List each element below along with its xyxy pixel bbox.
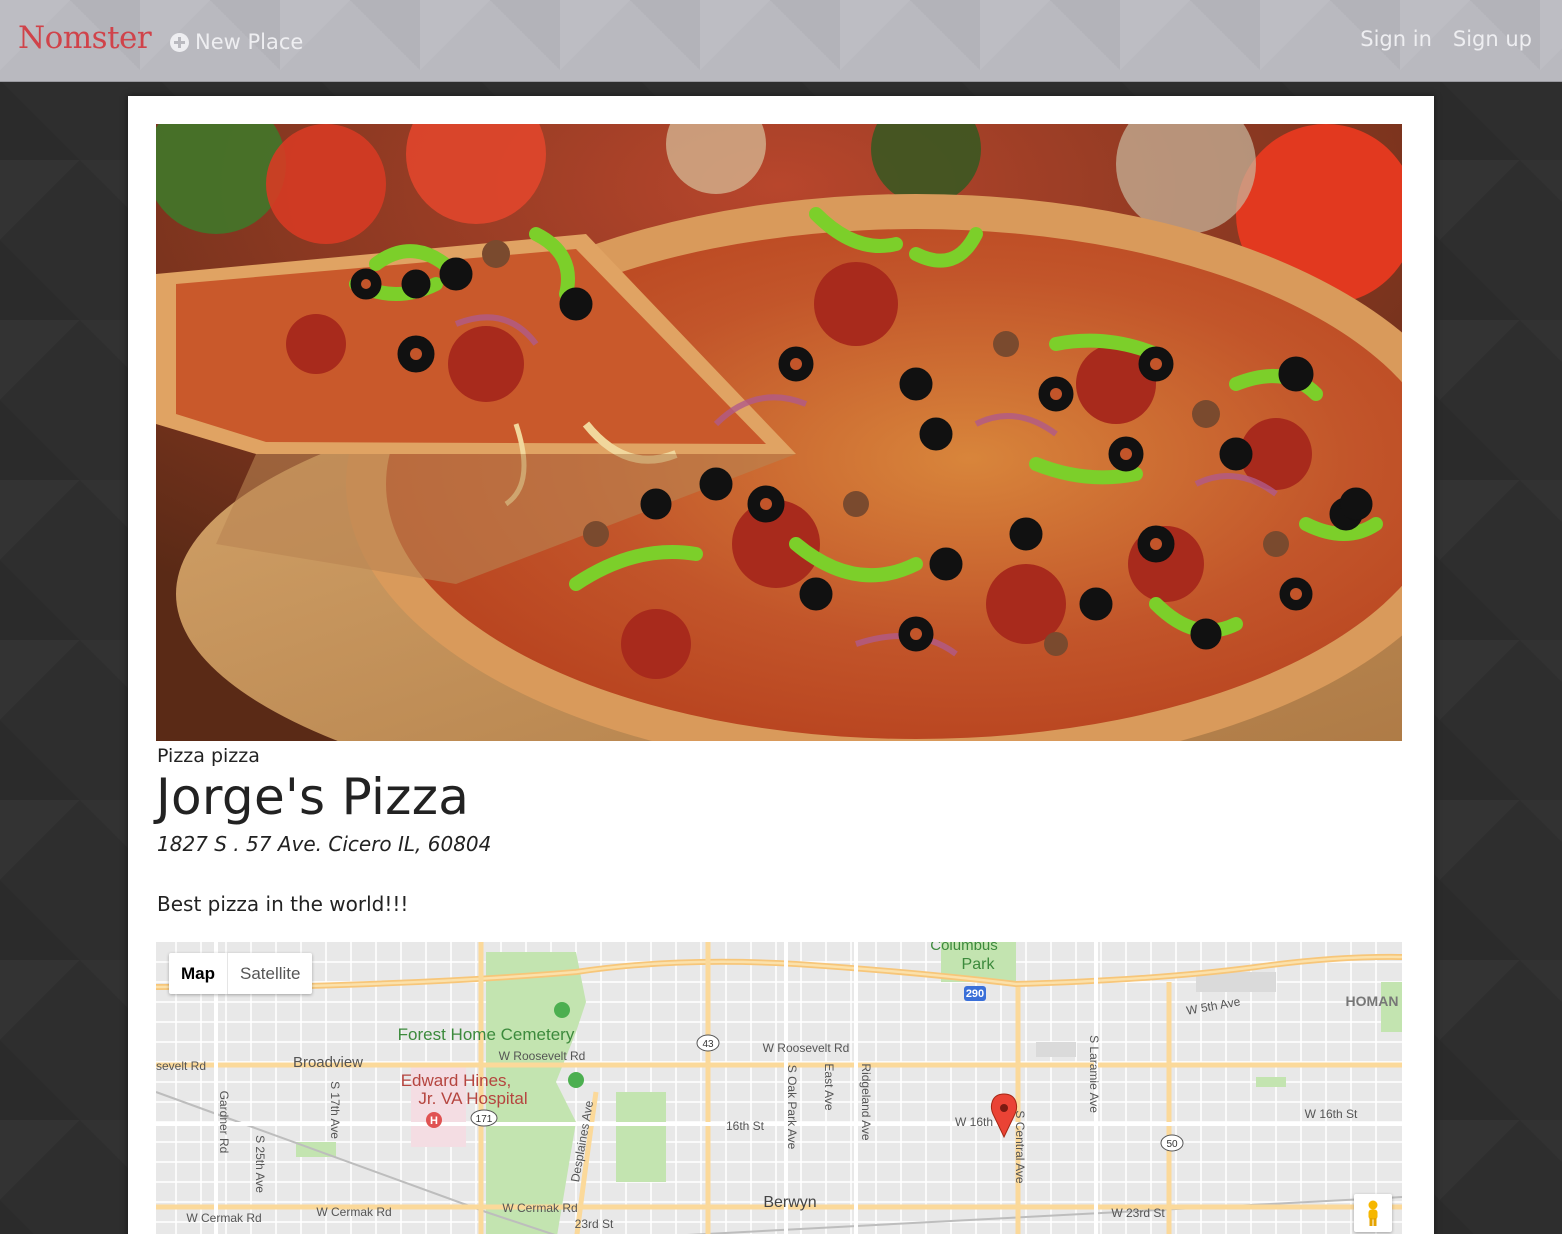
shield-290-label: 290 (966, 988, 984, 1000)
map-label-columbus: Columbus (930, 942, 998, 954)
map-label-east-ave: East Ave (822, 1063, 836, 1110)
map-label-w-16th: W 16th (955, 1115, 993, 1129)
map-label-s-laramie-ave: S Laramie Ave (1087, 1035, 1101, 1113)
shield-171-label: 171 (476, 1114, 493, 1125)
map-label-ridgeland-ave: Ridgeland Ave (859, 1063, 873, 1141)
map-label-park: Park (962, 956, 996, 973)
place-description: Best pizza in the world!!! (157, 892, 409, 916)
map-label-w-cermak-rd-3: W Cermak Rd (502, 1201, 577, 1215)
map-view-button[interactable]: Map (169, 953, 228, 994)
place-photo (156, 124, 1402, 741)
map-label-hines-2: Jr. VA Hospital (418, 1089, 527, 1108)
map-label-w-roosevelt-rd: W Roosevelt Rd (499, 1049, 586, 1063)
map-label-s-oak-park-ave: S Oak Park Ave (785, 1065, 799, 1150)
map-label-w-16th-st: W 16th St (1305, 1107, 1358, 1121)
sign-up-link[interactable]: Sign up (1453, 27, 1532, 51)
map-label-16th-st: 16th St (726, 1119, 765, 1133)
map-label-homan: HOMAN (1346, 993, 1399, 1009)
shield-43-label: 43 (702, 1039, 714, 1050)
place-address: 1827 S . 57 Ave. Cicero IL, 60804 (157, 832, 492, 856)
plus-circle-icon (170, 32, 189, 52)
google-map[interactable]: H 290 43 171 50 Columbus Park Forest Hom… (156, 942, 1402, 1234)
shield-50-label: 50 (1166, 1139, 1178, 1150)
satellite-view-button[interactable]: Satellite (228, 953, 312, 994)
pegman-icon[interactable] (1354, 1194, 1392, 1232)
map-label-s-25th-ave: S 25th Ave (253, 1135, 267, 1193)
map-canvas[interactable]: H 290 43 171 50 Columbus Park Forest Hom… (156, 942, 1402, 1234)
map-label-berwyn: Berwyn (763, 1194, 816, 1211)
map-label-w-23rd-st: W 23rd St (1111, 1206, 1165, 1220)
new-place-link[interactable]: New Place (170, 28, 303, 56)
place-category: Pizza pizza (157, 745, 260, 767)
new-place-label: New Place (195, 30, 304, 54)
map-label-forest-home: Forest Home Cemetery (398, 1025, 575, 1044)
svg-text:H: H (430, 1115, 438, 1127)
map-label-gardner-rd: Gardner Rd (217, 1091, 231, 1154)
map-label-23rd-st: 23rd St (575, 1217, 614, 1231)
place-name: Jorge's Pizza (156, 768, 470, 826)
map-label-w-cermak-rd-1: W Cermak Rd (186, 1211, 261, 1225)
map-label-w-roosevelt-rd-2: W Roosevelt Rd (763, 1041, 850, 1055)
auth-links: Sign in Sign up (1360, 27, 1532, 51)
map-type-control: Map Satellite (169, 953, 313, 994)
map-label-broadview: Broadview (293, 1054, 363, 1071)
map-label-hines-1: Edward Hines, (401, 1071, 512, 1090)
place-card: Pizza pizza Jorge's Pizza 1827 S . 57 Av… (128, 96, 1434, 1234)
map-label-sevelt-rd: sevelt Rd (156, 1059, 206, 1073)
navbar: Nomster New Place Sign in Sign up (0, 0, 1562, 82)
sign-in-link[interactable]: Sign in (1360, 27, 1432, 51)
brand-logo[interactable]: Nomster (18, 20, 152, 56)
pizza-photo-illustration (156, 124, 1402, 741)
map-label-w-cermak-rd-2: W Cermak Rd (316, 1205, 391, 1219)
map-label-s-central-ave: S Central Ave (1013, 1110, 1027, 1183)
map-label-s-17th-ave: S 17th Ave (328, 1081, 342, 1139)
